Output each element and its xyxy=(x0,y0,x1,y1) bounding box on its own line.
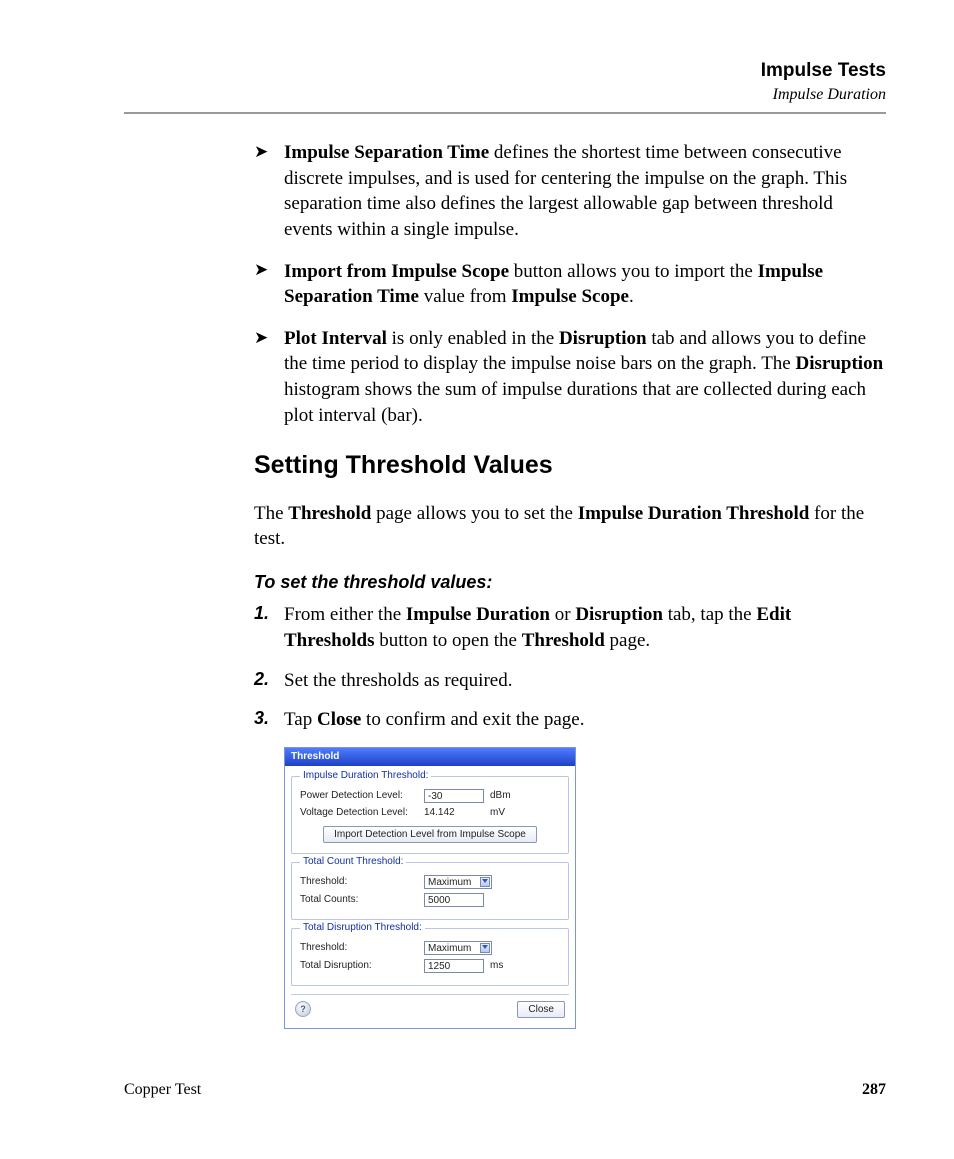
text: is only enabled in the xyxy=(387,328,559,349)
section-title: Impulse Duration xyxy=(124,85,886,104)
text: histogram shows the sum of impulse durat… xyxy=(284,379,866,426)
text: From either the xyxy=(284,604,406,625)
dialog-titlebar: Threshold xyxy=(285,748,575,767)
chapter-title: Impulse Tests xyxy=(124,60,886,83)
term: Impulse Duration Threshold xyxy=(578,503,810,524)
chevron-down-icon xyxy=(482,879,488,883)
dialog-body: Impulse Duration Threshold: Power Detect… xyxy=(285,766,575,1028)
term: Threshold xyxy=(522,630,605,651)
close-button[interactable]: Close xyxy=(517,1001,565,1018)
text: button to open the xyxy=(374,630,521,651)
label: Voltage Detection Level: xyxy=(300,807,418,820)
count-threshold-select[interactable]: Maximum xyxy=(424,875,492,889)
bullet-item: Impulse Separation Time defines the shor… xyxy=(254,140,886,243)
term: Close xyxy=(317,709,361,730)
row-power-detection-level: Power Detection Level: -30 dBm xyxy=(300,789,560,803)
row-voltage-detection-level: Voltage Detection Level: 14.142 mV xyxy=(300,807,560,820)
label: Total Counts: xyxy=(300,894,418,907)
total-counts-input[interactable]: 5000 xyxy=(424,893,484,907)
fieldset-legend: Impulse Duration Threshold: xyxy=(300,770,431,783)
text: value from xyxy=(419,286,511,307)
running-head: Impulse Tests Impulse Duration xyxy=(124,60,886,104)
bullet-list: Impulse Separation Time defines the shor… xyxy=(254,140,886,428)
label: Total Disruption: xyxy=(300,960,418,973)
text: Set the thresholds as required. xyxy=(284,670,512,691)
unit: ms xyxy=(490,960,503,973)
fieldset-legend: Total Count Threshold: xyxy=(300,856,406,869)
step-item: Set the thresholds as required. xyxy=(254,668,886,694)
total-disruption-input[interactable]: 1250 xyxy=(424,959,484,973)
text: button allows you to import the xyxy=(509,261,758,282)
row-threshold: Threshold: Maximum xyxy=(300,941,560,955)
term: Plot Interval xyxy=(284,328,387,349)
fieldset-impulse-duration-threshold: Impulse Duration Threshold: Power Detect… xyxy=(291,776,569,854)
voltage-detection-level-value: 14.142 xyxy=(424,807,484,820)
step-item: Tap Close to confirm and exit the page. xyxy=(254,707,886,733)
text: page. xyxy=(605,630,650,651)
paragraph: The Threshold page allows you to set the… xyxy=(254,501,886,552)
label: Threshold: xyxy=(300,876,418,889)
select-value: Maximum xyxy=(428,943,471,954)
import-detection-level-button[interactable]: Import Detection Level from Impulse Scop… xyxy=(323,826,537,843)
term: Disruption xyxy=(575,604,663,625)
step-item: From either the Impulse Duration or Disr… xyxy=(254,602,886,653)
steps-list: From either the Impulse Duration or Disr… xyxy=(254,602,886,733)
row-total-counts: Total Counts: 5000 xyxy=(300,893,560,907)
fieldset-legend: Total Disruption Threshold: xyxy=(300,922,425,935)
threshold-dialog: Threshold Impulse Duration Threshold: Po… xyxy=(284,747,576,1029)
unit: mV xyxy=(490,807,505,820)
bullet-item: Import from Impulse Scope button allows … xyxy=(254,259,886,310)
fieldset-total-count-threshold: Total Count Threshold: Threshold: Maximu… xyxy=(291,862,569,920)
term: Impulse Scope xyxy=(511,286,629,307)
text: to confirm and exit the page. xyxy=(361,709,584,730)
select-value: Maximum xyxy=(428,877,471,888)
term: Import from Impulse Scope xyxy=(284,261,509,282)
label: Power Detection Level: xyxy=(300,790,418,803)
page-footer: Copper Test 287 xyxy=(124,1081,886,1099)
heading-setting-threshold: Setting Threshold Values xyxy=(254,450,886,481)
text: tab, tap the xyxy=(663,604,756,625)
text: or xyxy=(550,604,575,625)
procedure-lead: To set the threshold values: xyxy=(254,571,886,594)
unit: dBm xyxy=(490,790,511,803)
text: Tap xyxy=(284,709,317,730)
bullet-item: Plot Interval is only enabled in the Dis… xyxy=(254,326,886,429)
fieldset-total-disruption-threshold: Total Disruption Threshold: Threshold: M… xyxy=(291,928,569,986)
page-number: 287 xyxy=(862,1081,886,1099)
header-rule xyxy=(124,112,886,114)
text: The xyxy=(254,503,288,524)
dialog-footer: Close xyxy=(291,994,569,1022)
help-icon[interactable] xyxy=(295,1001,311,1017)
row-threshold: Threshold: Maximum xyxy=(300,875,560,889)
row-total-disruption: Total Disruption: 1250 ms xyxy=(300,959,560,973)
footer-left: Copper Test xyxy=(124,1081,201,1099)
disruption-threshold-select[interactable]: Maximum xyxy=(424,941,492,955)
term: Disruption xyxy=(559,328,647,349)
text: page allows you to set the xyxy=(371,503,577,524)
body-content: Impulse Separation Time defines the shor… xyxy=(254,140,886,1029)
term: Threshold xyxy=(288,503,371,524)
label: Threshold: xyxy=(300,942,418,955)
chevron-down-icon xyxy=(482,945,488,949)
power-detection-level-input[interactable]: -30 xyxy=(424,789,484,803)
term: Impulse Duration xyxy=(406,604,550,625)
term: Impulse Separation Time xyxy=(284,142,489,163)
term: Disruption xyxy=(796,353,884,374)
text: . xyxy=(629,286,634,307)
